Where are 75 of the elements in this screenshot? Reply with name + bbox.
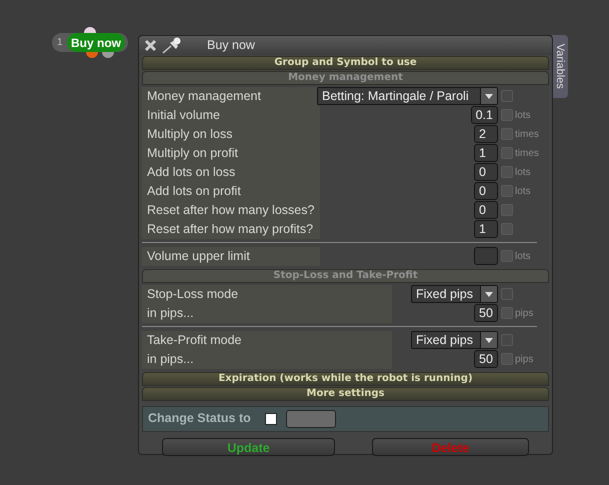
checkbox[interactable]	[501, 334, 513, 346]
checkbox[interactable]	[501, 288, 513, 300]
status-field[interactable]	[286, 410, 336, 428]
status-checkbox[interactable]	[264, 412, 277, 425]
field-label: Add lots on profit	[147, 182, 241, 200]
section-title: Stop-Loss and Take-Profit	[273, 269, 418, 284]
caret-icon	[485, 338, 493, 343]
field-label: Volume upper limit	[147, 248, 250, 265]
number-field[interactable]: 2	[474, 125, 498, 144]
checkbox[interactable]	[501, 223, 513, 236]
node-label[interactable]: Buy now	[67, 33, 125, 52]
unit-label: lots	[515, 166, 531, 180]
dropdown-value: Fixed pips	[415, 332, 474, 349]
node-number: 1	[56, 36, 64, 50]
unit-label: times	[515, 128, 539, 142]
caret-icon	[485, 292, 493, 297]
dropdown-button[interactable]	[480, 286, 497, 302]
checkbox[interactable]	[501, 204, 513, 216]
field-label: Add lots on loss	[147, 164, 236, 181]
checkbox[interactable]	[501, 250, 513, 262]
checkbox[interactable]	[501, 147, 513, 160]
section-title: Money management	[288, 71, 403, 86]
dropdown[interactable]: Fixed pips	[411, 331, 498, 350]
section-header[interactable]: More settings	[142, 386, 549, 401]
side-tab-label: Variables	[553, 44, 568, 90]
section-header[interactable]: Group and Symbol to use	[142, 56, 549, 70]
number-field[interactable]: 1	[474, 220, 498, 238]
section-title: More settings	[306, 387, 384, 402]
section-title: Expiration (works while the robot is running)	[218, 372, 473, 386]
dropdown-value: Fixed pips	[415, 286, 474, 303]
dropdown-button[interactable]	[480, 332, 497, 348]
field-label: Reset after how many losses?	[147, 202, 314, 219]
number-field[interactable]	[474, 247, 498, 266]
checkbox[interactable]	[501, 307, 513, 320]
field-label: Reset after how many profits?	[147, 220, 314, 238]
number-field[interactable]: 1	[474, 144, 498, 162]
dropdown[interactable]: Fixed pips	[411, 285, 498, 304]
checkbox[interactable]	[501, 109, 513, 122]
field-label: in pips...	[147, 350, 194, 368]
checkbox[interactable]	[501, 90, 513, 102]
unit-label: lots	[515, 250, 531, 264]
checkbox[interactable]	[501, 353, 513, 366]
number-field[interactable]: 0	[474, 163, 498, 182]
section-title: Group and Symbol to use	[274, 56, 417, 70]
number-field[interactable]: 0.1	[470, 106, 498, 124]
field-label: Initial volume	[147, 106, 220, 124]
caret-icon	[485, 94, 493, 99]
field-label: Multiply on profit	[147, 144, 238, 162]
field-label: Take-Profit mode	[147, 332, 242, 349]
node-pill[interactable]: 1 Buy now	[52, 33, 128, 52]
pin-icon[interactable]	[161, 36, 183, 54]
number-field[interactable]: 0	[474, 201, 498, 220]
number-field[interactable]: 50	[474, 350, 498, 368]
close-icon[interactable]	[144, 38, 157, 52]
unit-label: pips	[515, 352, 534, 367]
section-header[interactable]: Expiration (works while the robot is running)	[142, 372, 549, 386]
number-field[interactable]: 0	[474, 182, 498, 200]
dropdown-button[interactable]	[480, 88, 497, 104]
checkbox[interactable]	[501, 128, 513, 140]
checkbox[interactable]	[501, 185, 513, 198]
field-label: in pips...	[147, 304, 194, 322]
field-label: Multiply on loss	[147, 126, 232, 143]
field-label: Stop-Loss mode	[147, 286, 238, 303]
window-title: Buy now	[207, 37, 255, 54]
dropdown[interactable]: Betting: Martingale / Paroli	[317, 87, 498, 106]
unit-label: lots	[515, 184, 531, 199]
side-tab[interactable]: Variables	[552, 35, 568, 98]
dropdown-value: Betting: Martingale / Paroli	[321, 88, 470, 105]
unit-label: lots	[515, 108, 531, 123]
status-label: Change Status to	[148, 410, 251, 428]
unit-label: times	[515, 146, 539, 161]
field-label: Money management	[147, 88, 261, 105]
number-field[interactable]: 50	[474, 304, 498, 322]
unit-label: pips	[515, 306, 534, 321]
checkbox[interactable]	[501, 166, 513, 178]
